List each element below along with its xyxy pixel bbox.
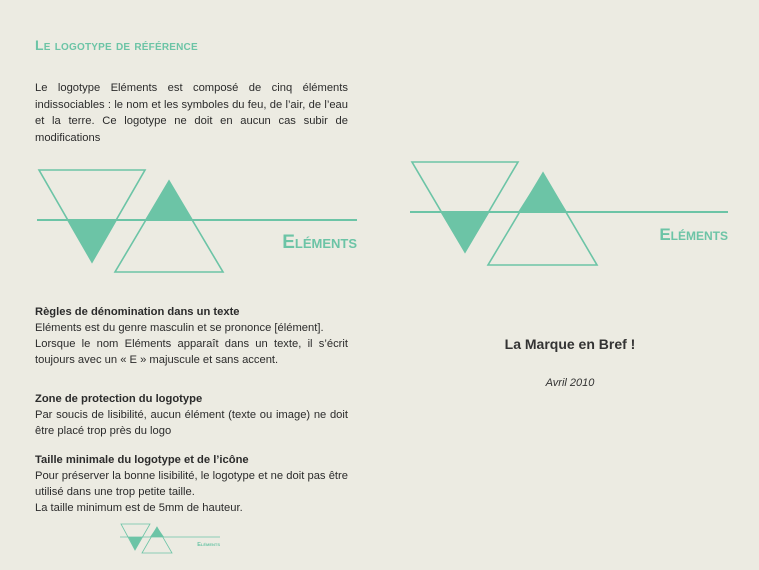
section-text: La taille minimum est de 5mm de hauteur. [35, 502, 243, 514]
logo-wordmark: Eléments [659, 225, 728, 244]
publication-date: Avril 2010 [545, 377, 595, 389]
logo-cover: Eléments [410, 160, 735, 270]
section-minimum-size: Taille minimale du logotype et de l’icôn… [35, 452, 348, 516]
section-protection-zone: Zone de protection du logotype Par souci… [35, 391, 348, 439]
section-naming-rules: Règles de dénomination dans un texte Elé… [35, 304, 348, 368]
logo-wordmark: Eléments [282, 232, 357, 253]
page-title: Le logotype de référence [35, 37, 198, 53]
section-text: Par soucis de lisibilité, aucun élément … [35, 409, 348, 437]
section-heading: Règles de dénomination dans un texte [35, 306, 240, 318]
section-heading: Taille minimale du logotype et de l’icôn… [35, 454, 249, 466]
intro-paragraph: Le logotype Eléments est composé de cinq… [35, 82, 348, 144]
section-text: Lorsque le nom Eléments apparaît dans un… [35, 338, 348, 366]
logo-minimum-size: Eléments [120, 523, 230, 555]
tagline: La Marque en Bref ! [504, 336, 636, 352]
logo-main: Eléments [37, 168, 362, 278]
section-text: Pour préserver la bonne lisibilité, le l… [35, 470, 348, 498]
section-heading: Zone de protection du logotype [35, 393, 203, 405]
logo-wordmark: Eléments [197, 542, 220, 548]
section-text: Eléments est du genre masculin et se pro… [35, 322, 324, 334]
